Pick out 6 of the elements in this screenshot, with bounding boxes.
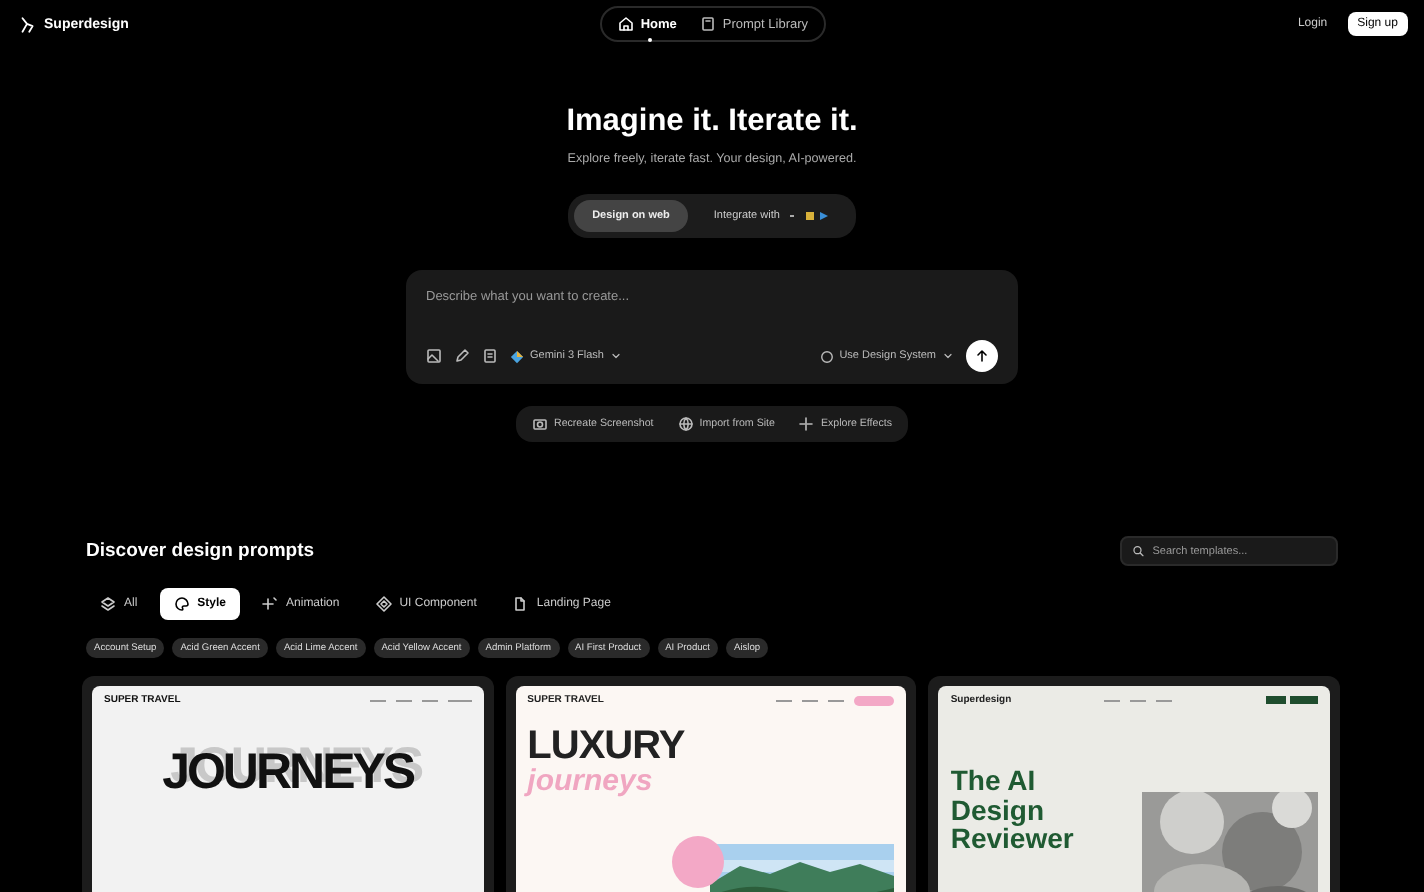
site-headline: LUXURY bbox=[527, 726, 687, 766]
hero-title: Imagine it. Iterate it. bbox=[566, 104, 858, 140]
site-headline: JOURNEYS bbox=[160, 744, 416, 802]
section-title: Discover design prompts bbox=[86, 540, 315, 562]
site-headline-accent: journeys bbox=[527, 766, 655, 796]
site-headline: The AI Design Reviewer bbox=[950, 766, 1076, 855]
